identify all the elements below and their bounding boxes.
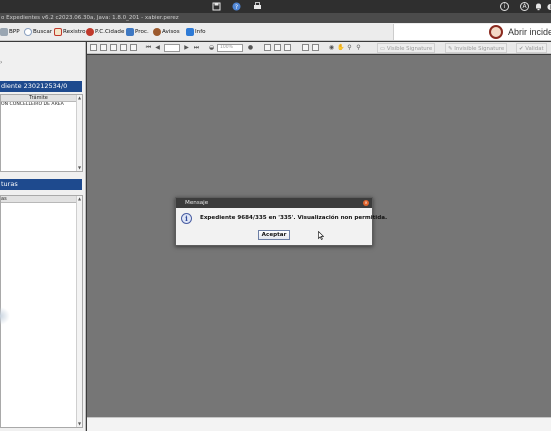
- facturas-scrollbar[interactable]: ▲ ▼: [76, 196, 82, 427]
- save-icon[interactable]: [212, 2, 221, 11]
- viewer-toolbar: ⏮ ◀ ▶ ⏭ ◒ 100% ● ◉ ✋ ⚲ ⚲ ▭ Visible Signa…: [87, 42, 551, 54]
- svg-text:?: ?: [235, 4, 238, 11]
- expand-arrow-icon[interactable]: ›: [0, 59, 2, 66]
- toolbar-item-info[interactable]: Info: [186, 27, 206, 37]
- facing-page-icon[interactable]: [284, 44, 291, 51]
- accept-button[interactable]: Aceptar: [258, 230, 290, 240]
- single-page-icon[interactable]: [264, 44, 271, 51]
- close-icon[interactable]: ×: [363, 200, 369, 206]
- zoom-select[interactable]: 100%: [217, 44, 243, 52]
- menu-icon[interactable]: ◐: [546, 2, 551, 11]
- toolbar-label: Avisos: [162, 29, 180, 35]
- facturas-table: as ▲ ▼: [0, 195, 83, 428]
- dialog-title: Mensaje: [176, 198, 372, 208]
- dialog-message: Expediente 9684/335 en '335'. Visualizac…: [200, 215, 388, 221]
- thumbnails-icon[interactable]: [120, 44, 127, 51]
- toolbar-item-buscar[interactable]: Buscar: [24, 27, 52, 37]
- toolbar-item-avisos[interactable]: Avisos: [153, 27, 180, 37]
- toolbar-label: P.C.Cidade: [95, 29, 125, 35]
- search-icon: [24, 28, 32, 36]
- bookmarks-icon[interactable]: [130, 44, 137, 51]
- toolbar-item-pc-cidade[interactable]: P.C.Cidade: [86, 27, 124, 37]
- facturas-column-header[interactable]: as: [1, 196, 76, 203]
- rotate-right-icon[interactable]: [312, 44, 319, 51]
- help-icon[interactable]: ?: [232, 2, 241, 11]
- print-icon[interactable]: [253, 2, 262, 11]
- info-icon: i: [181, 213, 192, 224]
- invisible-signature-label: Invisible Signature: [454, 46, 505, 52]
- save-file-icon[interactable]: [100, 44, 107, 51]
- toolbar-label: Info: [195, 29, 206, 35]
- pen-icon: ▭: [380, 46, 387, 52]
- visible-signature-label: Visible Signature: [386, 46, 433, 52]
- key-icon: [0, 28, 8, 36]
- bell-icon[interactable]: [534, 2, 543, 11]
- power-icon: [86, 28, 94, 36]
- next-page-icon[interactable]: ▶: [183, 44, 190, 51]
- open-incident-label: Abrir inciden: [508, 27, 551, 37]
- visible-signature-button[interactable]: ▭ Visible Signature: [377, 43, 436, 53]
- first-page-icon[interactable]: ⏮: [145, 44, 152, 51]
- message-dialog: Mensaje × i Expediente 9684/335 en '335'…: [175, 197, 387, 246]
- mouse-cursor-icon: [318, 231, 324, 240]
- previous-page-icon[interactable]: ◀: [154, 44, 161, 51]
- toolbar-label: Buscar: [33, 29, 53, 35]
- edit-icon: [54, 28, 62, 36]
- document-status-bar: [87, 417, 551, 431]
- process-icon: [126, 28, 134, 36]
- scroll-down-icon[interactable]: ▼: [77, 421, 82, 427]
- toolbar-label: Rexistro: [63, 29, 86, 35]
- invisible-signature-button[interactable]: ✎ Invisible Signature: [445, 43, 508, 53]
- scroll-up-icon[interactable]: ▲: [77, 196, 82, 202]
- info-circle-icon[interactable]: i: [500, 2, 509, 11]
- open-file-icon[interactable]: [90, 44, 97, 51]
- decorative-sparkle: [0, 307, 10, 325]
- toolbar-item-bpp[interactable]: BPP: [0, 27, 20, 37]
- pan-tool-icon[interactable]: ✋: [337, 44, 344, 51]
- magnify-icon[interactable]: ⚲: [346, 44, 353, 51]
- table-row[interactable]: ON CONCELLEIRO DE ÁREA: [1, 102, 76, 108]
- select-tool-icon[interactable]: ◉: [328, 44, 335, 51]
- info-icon: [186, 28, 194, 36]
- last-page-icon[interactable]: ⏭: [193, 44, 200, 51]
- continuous-page-icon[interactable]: [274, 44, 281, 51]
- window-title: o Expedientes v6.2 c2023.06.30a, Java: 1…: [0, 13, 551, 23]
- alert-icon: [153, 28, 161, 36]
- left-panel: › diente 230212534/0 Trámite ON CONCELLE…: [0, 42, 86, 431]
- tramite-scrollbar[interactable]: ▲ ▼: [76, 95, 82, 171]
- rotate-left-icon[interactable]: [302, 44, 309, 51]
- zoom-out-icon[interactable]: ◒: [208, 44, 215, 51]
- avatar: [489, 25, 503, 39]
- scroll-down-icon[interactable]: ▼: [77, 165, 82, 171]
- facturas-header: turas: [0, 179, 82, 190]
- zoom-in-icon[interactable]: ●: [247, 44, 254, 51]
- scroll-up-icon[interactable]: ▲: [77, 95, 82, 101]
- open-incident-button[interactable]: Abrir inciden: [393, 24, 551, 40]
- toolbar-label: BPP: [9, 29, 20, 35]
- validate-button[interactable]: ✔ Validat: [516, 43, 547, 53]
- magnify-plus-icon[interactable]: ⚲: [355, 44, 362, 51]
- toolbar-item-rexistro[interactable]: Rexistro: [54, 27, 86, 37]
- toolbar-label: Proc.: [135, 29, 149, 35]
- tramite-table: Trámite ON CONCELLEIRO DE ÁREA ▲ ▼: [0, 94, 83, 172]
- print-icon[interactable]: [110, 44, 117, 51]
- system-top-bar: ? i A ◐: [0, 0, 551, 13]
- page-number-input[interactable]: [164, 44, 180, 52]
- tramite-column-header[interactable]: Trámite: [1, 95, 76, 102]
- validate-label: Validat: [525, 46, 544, 52]
- account-circle-icon[interactable]: A: [520, 2, 529, 11]
- toolbar-item-proc[interactable]: Proc.: [126, 27, 149, 37]
- expediente-header: diente 230212534/0: [0, 81, 82, 92]
